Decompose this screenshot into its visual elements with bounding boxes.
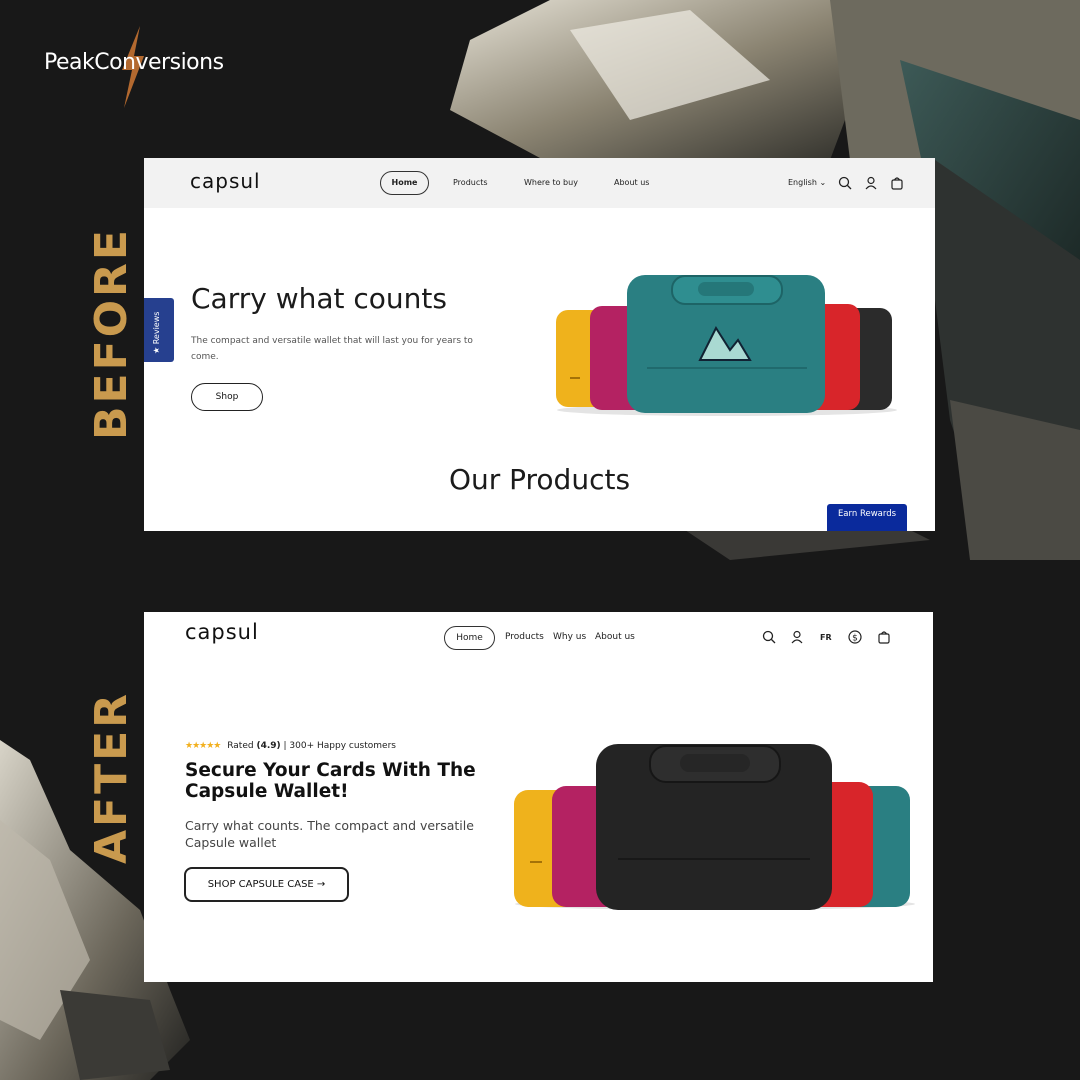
after-hero-subtitle-line1: Carry what counts. The compact and versa… [185, 818, 474, 833]
before-nav-home[interactable]: Home [380, 171, 429, 195]
account-icon[interactable] [864, 176, 878, 190]
chevron-down-icon: ⌄ [819, 178, 827, 187]
search-icon[interactable] [838, 176, 852, 190]
before-screenshot: capsul Home Products Where to buy About … [144, 158, 935, 531]
after-logo[interactable]: capsul [185, 620, 259, 644]
before-product-image [556, 275, 897, 416]
shop-capsule-case-button[interactable]: SHOP CAPSULE CASE → [184, 867, 349, 902]
rating-stars-icon: ★★★★★ [185, 741, 221, 751]
language-fr-toggle[interactable]: FR [820, 633, 832, 642]
before-label: BEFORE [86, 227, 137, 440]
brand-logo: PeakConversions [44, 50, 224, 75]
after-screenshot: capsul Home Products Why us About us FR … [144, 612, 933, 982]
our-products-heading: Our Products [448, 463, 631, 496]
currency-icon[interactable]: $ [848, 630, 862, 644]
before-language-label: English [788, 178, 817, 187]
earn-rewards-button[interactable]: Earn Rewards [827, 504, 907, 531]
reviews-tab[interactable]: ★ Reviews [144, 298, 174, 362]
before-nav-products[interactable]: Products [453, 178, 488, 187]
after-nav-products[interactable]: Products [505, 632, 544, 642]
after-hero-title-line1: Secure Your Cards With The [185, 760, 476, 781]
before-logo[interactable]: capsul [190, 169, 261, 193]
happy-customers: 300+ Happy customers [289, 741, 396, 751]
after-navbar: capsul Home Products Why us About us FR … [144, 612, 933, 662]
before-language-select[interactable]: English ⌄ [788, 178, 826, 187]
after-product-image [514, 744, 915, 910]
rated-label: Rated [227, 741, 254, 751]
after-hero-subtitle-line2: Capsule wallet [185, 835, 277, 850]
before-navbar: capsul Home Products Where to buy About … [144, 158, 935, 208]
cart-icon[interactable] [877, 630, 891, 644]
after-nav-about[interactable]: About us [595, 632, 635, 642]
before-nav-about[interactable]: About us [614, 178, 649, 187]
svg-text:$: $ [852, 634, 858, 644]
before-hero-subtitle: The compact and versatile wallet that wi… [191, 336, 473, 362]
reviews-tab-label: ★ Reviews [152, 311, 161, 354]
rating-score: (4.9) [256, 741, 281, 751]
cart-icon[interactable] [890, 176, 904, 190]
after-nav-why-us[interactable]: Why us [553, 632, 586, 642]
before-hero-title: Carry what counts [191, 282, 447, 315]
after-nav-home[interactable]: Home [444, 626, 495, 650]
rating-divider: | [283, 741, 287, 751]
after-hero-title-line2: Capsule Wallet! [185, 781, 349, 802]
after-label: AFTER [86, 690, 137, 864]
before-nav-where-to-buy[interactable]: Where to buy [524, 178, 578, 187]
search-icon[interactable] [762, 630, 776, 644]
account-icon[interactable] [790, 630, 804, 644]
after-hero-subtitle: Carry what counts. The compact and versa… [185, 817, 474, 851]
rating-row: ★★★★★ Rated (4.9) | 300+ Happy customers [185, 741, 396, 751]
after-hero-title: Secure Your Cards With The Capsule Walle… [185, 760, 476, 802]
before-shop-button[interactable]: Shop [191, 383, 263, 411]
